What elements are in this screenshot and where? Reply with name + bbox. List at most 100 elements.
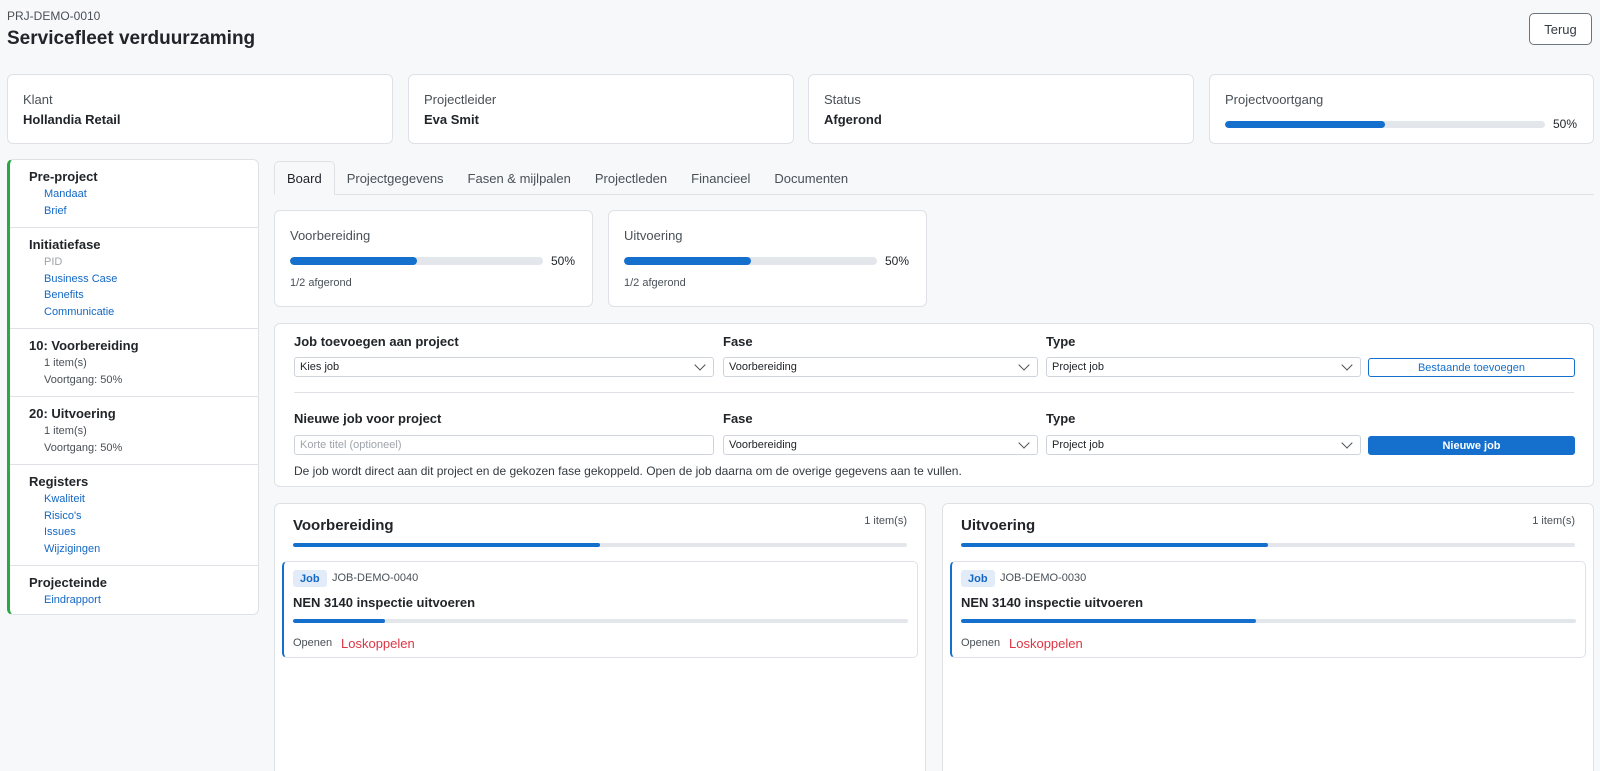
job-title: NEN 3140 inspectie uitvoeren — [961, 595, 1144, 610]
phase-name: Voorbereiding — [290, 228, 371, 243]
job-card[interactable]: Job JOB-DEMO-0030 NEN 3140 inspectie uit… — [950, 561, 1586, 658]
client-card: Klant Hollandia Retail — [7, 74, 393, 144]
sidebar-section-initiatiefase: Initiatiefase PID Business Case Benefits… — [10, 228, 258, 329]
job-code: JOB-DEMO-0030 — [1000, 572, 1087, 584]
project-lead-value: Eva Smit — [424, 112, 479, 127]
job-card[interactable]: Job JOB-DEMO-0040 NEN 3140 inspectie uit… — [282, 561, 918, 658]
job-title-input[interactable]: Korte titel (optioneel) — [294, 435, 714, 455]
form-divider — [294, 392, 1574, 393]
project-progress-label: Projectvoortgang — [1225, 92, 1324, 107]
new-job-button[interactable]: Nieuwe job — [1368, 436, 1575, 455]
sidebar-link-benefits[interactable]: Benefits — [29, 287, 258, 304]
sidebar-title: 20: Uitvoering — [29, 406, 116, 421]
form-help-text: De job wordt direct aan dit project en d… — [294, 464, 962, 478]
chevron-down-icon — [1018, 359, 1030, 371]
tab-bar: Board Projectgegevens Fasen & mijlpalen … — [274, 161, 1594, 195]
phase-select-value: Voorbereiding — [729, 361, 797, 373]
unlink-job-link[interactable]: Loskoppelen — [1009, 636, 1083, 651]
project-lead-card: Projectleider Eva Smit — [408, 74, 794, 144]
phase-label: Fase — [723, 334, 753, 349]
column-progress-fill — [961, 543, 1268, 547]
phase-card-voorbereiding: Voorbereiding 50% 1/2 afgerond — [274, 210, 593, 307]
new-type-select[interactable]: Project job — [1046, 435, 1361, 455]
sidebar-progress: Voortgang: 50% — [44, 373, 123, 386]
open-job-link[interactable]: Openen — [293, 637, 332, 649]
job-type-badge: Job — [293, 570, 327, 587]
tab-board[interactable]: Board — [274, 161, 335, 195]
sidebar-link-wijzigingen[interactable]: Wijzigingen — [29, 541, 258, 558]
project-code: PRJ-DEMO-0010 — [7, 9, 101, 23]
back-button[interactable]: Terug — [1529, 13, 1592, 45]
sidebar-link-mandaat[interactable]: Mandaat — [29, 186, 258, 203]
client-value: Hollandia Retail — [23, 112, 121, 127]
sidebar-link-business-case[interactable]: Business Case — [29, 271, 258, 288]
sidebar-section-voorbereiding[interactable]: 10: Voorbereiding 1 item(s) Voortgang: 5… — [10, 329, 258, 397]
new-phase-select[interactable]: Voorbereiding — [723, 435, 1038, 455]
add-job-label: Job toevoegen aan project — [294, 334, 459, 349]
tab-fasen-mijlpalen[interactable]: Fasen & mijlpalen — [456, 161, 583, 195]
sidebar-title: Pre-project — [29, 169, 98, 184]
phase-progress-percent: 50% — [551, 254, 576, 268]
phase-completed-count: 1/2 afgerond — [290, 277, 352, 289]
job-form-panel: Job toevoegen aan project Fase Type Kies… — [274, 323, 1594, 487]
type-select[interactable]: Project job — [1046, 357, 1361, 377]
phase-progress-bar — [290, 257, 543, 265]
sidebar-progress: Voortgang: 50% — [44, 441, 123, 454]
column-progress-bar — [293, 543, 907, 547]
sidebar-link-pid: PID — [44, 256, 63, 268]
new-type-select-value: Project job — [1052, 439, 1104, 451]
job-title: NEN 3140 inspectie uitvoeren — [293, 595, 476, 610]
status-label: Status — [824, 92, 861, 107]
phase-card-uitvoering: Uitvoering 50% 1/2 afgerond — [608, 210, 927, 307]
column-progress-fill — [293, 543, 600, 547]
project-lead-label: Projectleider — [424, 92, 497, 107]
page-title: Servicefleet verduurzaming — [7, 28, 256, 49]
new-phase-label: Fase — [723, 411, 753, 426]
job-progress-fill — [961, 619, 1257, 623]
tab-projectleden[interactable]: Projectleden — [583, 161, 679, 195]
board-column-voorbereiding: Voorbereiding 1 item(s) Job JOB-DEMO-004… — [274, 503, 926, 771]
phase-name: Uitvoering — [624, 228, 683, 243]
sidebar-link-kwaliteit[interactable]: Kwaliteit — [29, 491, 258, 508]
job-select-value: Kies job — [300, 361, 340, 373]
sidebar-link-risicos[interactable]: Risico's — [29, 508, 258, 525]
status-value: Afgerond — [824, 112, 882, 127]
sidebar-title: 10: Voorbereiding — [29, 338, 139, 353]
phase-progress-bar — [624, 257, 877, 265]
status-card: Status Afgerond — [808, 74, 1194, 144]
chevron-down-icon — [1341, 359, 1353, 371]
column-progress-bar — [961, 543, 1575, 547]
client-label: Klant — [23, 92, 53, 107]
tab-financieel[interactable]: Financieel — [679, 161, 762, 195]
type-label: Type — [1046, 334, 1076, 349]
job-type-badge: Job — [961, 570, 995, 587]
sidebar-link-issues[interactable]: Issues — [29, 524, 258, 541]
chevron-down-icon — [1018, 437, 1030, 449]
column-item-count: 1 item(s) — [864, 515, 907, 527]
sidebar-link-eindrapport[interactable]: Eindrapport — [29, 592, 258, 609]
job-select[interactable]: Kies job — [294, 357, 714, 377]
sidebar-section-projecteinde: Projecteinde Eindrapport — [10, 566, 258, 614]
open-job-link[interactable]: Openen — [961, 637, 1000, 649]
phase-select[interactable]: Voorbereiding — [723, 357, 1038, 377]
sidebar-title: Registers — [29, 474, 89, 489]
sidebar-section-uitvoering[interactable]: 20: Uitvoering 1 item(s) Voortgang: 50% — [10, 397, 258, 465]
project-progress-percent: 50% — [1553, 117, 1578, 131]
sidebar-link-communicatie[interactable]: Communicatie — [29, 304, 258, 321]
new-phase-select-value: Voorbereiding — [729, 439, 797, 451]
project-progress-card: Projectvoortgang 50% — [1209, 74, 1594, 144]
unlink-job-link[interactable]: Loskoppelen — [341, 636, 415, 651]
chevron-down-icon — [1341, 437, 1353, 449]
project-sidebar: Pre-project Mandaat Brief Initiatiefase … — [7, 159, 259, 615]
project-progress-fill — [1225, 120, 1385, 128]
sidebar-item-count: 1 item(s) — [44, 425, 87, 437]
new-type-label: Type — [1046, 411, 1076, 426]
phase-progress-fill — [624, 257, 751, 265]
tab-documenten[interactable]: Documenten — [762, 161, 860, 195]
sidebar-link-brief[interactable]: Brief — [29, 203, 258, 220]
board-column-uitvoering: Uitvoering 1 item(s) Job JOB-DEMO-0030 N… — [942, 503, 1594, 771]
sidebar-section-registers: Registers Kwaliteit Risico's Issues Wijz… — [10, 465, 258, 566]
phase-progress-percent: 50% — [885, 254, 910, 268]
add-existing-button[interactable]: Bestaande toevoegen — [1368, 358, 1575, 377]
tab-projectgegevens[interactable]: Projectgegevens — [335, 161, 456, 195]
